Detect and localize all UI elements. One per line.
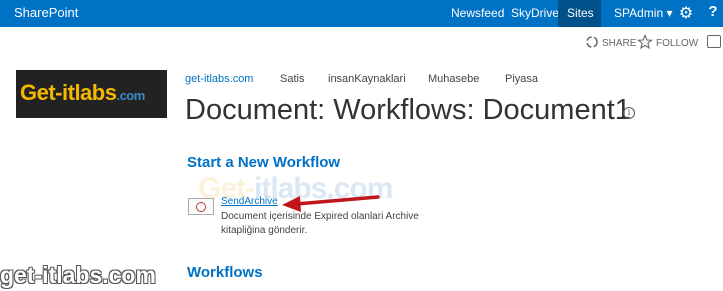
topnav-item-piyasa[interactable]: Piyasa: [505, 73, 538, 85]
annotation-arrow-icon: [282, 195, 380, 212]
topnav-item-satis[interactable]: Satis: [280, 73, 304, 85]
star-icon[interactable]: [637, 34, 653, 50]
page-title: Document: Workflows: Document1: [185, 94, 631, 126]
suite-link-sites[interactable]: Sites: [567, 6, 594, 20]
user-name: SPAdmin: [614, 6, 664, 20]
suite-bar: SharePoint Newsfeed SkyDrive Sites SPAdm…: [0, 0, 723, 27]
chevron-down-icon: ▾: [666, 6, 673, 20]
help-icon[interactable]: ?: [706, 3, 720, 23]
follow-button[interactable]: FOLLOW: [656, 38, 698, 49]
topnav-item-home[interactable]: get-itlabs.com: [185, 73, 253, 85]
info-icon[interactable]: i: [623, 107, 635, 119]
watermark-text: get-itlabs.com: [0, 262, 156, 288]
gear-icon[interactable]: ⚙: [677, 3, 695, 23]
workflow-start-icon[interactable]: [188, 198, 214, 215]
topnav-item-insankaynaklari[interactable]: insanKaynaklari: [328, 73, 406, 85]
suite-link-skydrive[interactable]: SkyDrive: [511, 6, 559, 20]
share-icon[interactable]: [584, 34, 600, 50]
user-menu[interactable]: SPAdmin ▾: [614, 6, 673, 20]
sharepoint-brand[interactable]: SharePoint: [14, 5, 78, 20]
workflow-link-sendarchive[interactable]: SendArchive: [221, 196, 278, 207]
share-button[interactable]: SHARE: [602, 38, 636, 49]
focus-icon[interactable]: [707, 35, 721, 48]
start-workflow-heading: Start a New Workflow: [187, 154, 341, 171]
site-logo[interactable]: Get-itlabs.com: [16, 70, 167, 118]
suite-link-newsfeed[interactable]: Newsfeed: [451, 6, 504, 20]
workflows-heading: Workflows: [187, 264, 263, 281]
workflow-description: Document içerisinde Expired olanlari Arc…: [221, 211, 419, 236]
logo-text: Get-itlabs.com: [20, 80, 145, 105]
topnav-item-muhasebe[interactable]: Muhasebe: [428, 73, 479, 85]
